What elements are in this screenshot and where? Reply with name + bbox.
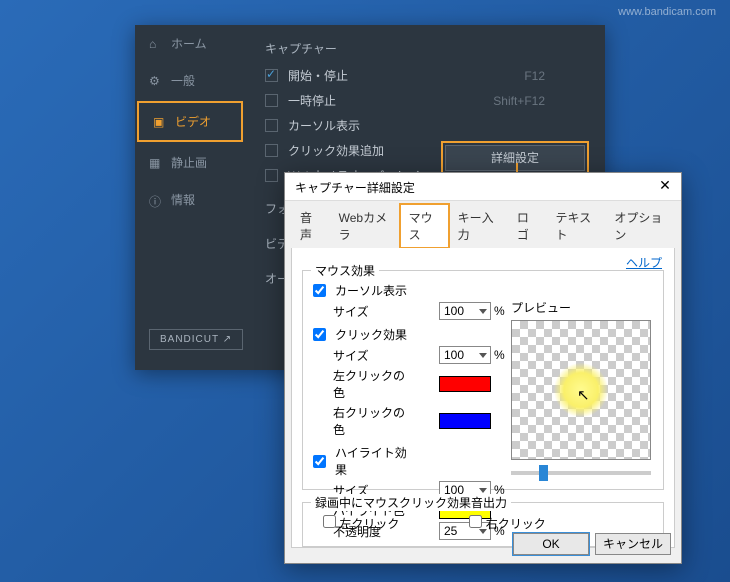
sidebar-label: ビデオ	[175, 113, 211, 130]
checkbox-icon[interactable]	[265, 69, 278, 82]
dialog-title-text: キャプチャー詳細設定	[295, 181, 415, 195]
label-highlight-effect: ハイライト効果	[331, 444, 409, 478]
sidebar-label: 一般	[171, 72, 195, 89]
dialog-body: ヘルプ マウス効果 カーソル表示 サイズ 100 % クリック効果 サイズ 10…	[291, 248, 675, 548]
tab-options[interactable]: オプション	[605, 204, 675, 248]
select-click-size[interactable]: 100	[439, 346, 491, 364]
watermark: www.bandicam.com	[618, 6, 716, 18]
pct-label: %	[494, 304, 505, 318]
row-label: 一時停止	[288, 92, 336, 109]
bandicut-link[interactable]: BANDICUT ↗	[149, 329, 243, 350]
preview-label: プレビュー	[511, 299, 651, 316]
row-label: カーソル表示	[288, 117, 360, 134]
group-title: 録画中にマウスクリック効果音出力	[311, 494, 511, 511]
group-title: マウス効果	[311, 262, 379, 279]
swatch-right-click[interactable]	[439, 413, 491, 429]
label-left-color: 左クリックの色	[313, 367, 413, 401]
video-icon: ▣	[153, 115, 167, 129]
sidebar-label: 静止画	[171, 154, 207, 171]
gear-icon: ⚙	[149, 74, 163, 88]
cancel-button[interactable]: キャンセル	[595, 533, 671, 555]
tab-keyboard[interactable]: キー入力	[449, 204, 508, 248]
tab-strip: 音声 Webカメラ マウス キー入力 ロゴ テキスト オプション	[285, 201, 681, 248]
checkbox-sound-left[interactable]: 左クリック	[323, 515, 399, 532]
swatch-left-click[interactable]	[439, 376, 491, 392]
checkbox-highlight-effect[interactable]	[313, 455, 326, 468]
help-link[interactable]: ヘルプ	[626, 254, 662, 271]
capture-section-title: キャプチャー	[265, 40, 585, 57]
row-label: クリック効果追加	[288, 142, 384, 159]
label-left-click: 左クリック	[339, 517, 399, 531]
label-cursor-show: カーソル表示	[331, 282, 409, 299]
label-right-click: 右クリック	[486, 517, 546, 531]
checkbox-cursor-show[interactable]	[313, 284, 326, 297]
tab-audio[interactable]: 音声	[291, 204, 330, 248]
tab-text[interactable]: テキスト	[546, 204, 605, 248]
preview-canvas: ↖	[511, 320, 651, 460]
image-icon: ▦	[149, 156, 163, 170]
checkbox-icon[interactable]	[265, 144, 278, 157]
tab-mouse[interactable]: マウス	[400, 204, 449, 248]
checkbox-icon[interactable]	[265, 119, 278, 132]
checkbox-icon[interactable]	[469, 515, 482, 528]
hotkey-label: F12	[524, 69, 545, 83]
close-icon[interactable]: ✕	[655, 177, 675, 195]
sidebar-item-general[interactable]: ⚙ 一般	[135, 62, 245, 99]
sidebar-item-info[interactable]: ⓘ 情報	[135, 181, 245, 218]
label-click-effect: クリック効果	[331, 326, 409, 343]
ok-button[interactable]: OK	[513, 533, 589, 555]
label-size: サイズ	[313, 303, 391, 320]
row-start-stop[interactable]: 開始・停止 F12	[265, 67, 585, 84]
checkbox-icon[interactable]	[265, 169, 278, 182]
home-icon: ⌂	[149, 37, 163, 51]
slider-thumb-icon[interactable]	[539, 465, 548, 481]
capture-advanced-dialog: キャプチャー詳細設定 ✕ 音声 Webカメラ マウス キー入力 ロゴ テキスト …	[284, 172, 682, 564]
sidebar-label: ホーム	[171, 35, 207, 52]
label-right-color: 右クリックの色	[313, 404, 413, 438]
preview-area: プレビュー ↖	[511, 299, 651, 460]
hotkey-label: Shift+F12	[493, 94, 545, 108]
checkbox-click-effect[interactable]	[313, 328, 326, 341]
select-cursor-size[interactable]: 100	[439, 302, 491, 320]
sidebar-item-image[interactable]: ▦ 静止画	[135, 144, 245, 181]
dialog-title-bar: キャプチャー詳細設定 ✕	[285, 173, 681, 201]
row-label: 開始・停止	[288, 67, 348, 84]
row-cursor[interactable]: カーソル表示	[265, 117, 585, 134]
checkbox-sound-right[interactable]: 右クリック	[469, 515, 545, 532]
group-mouse-effect: マウス効果 カーソル表示 サイズ 100 % クリック効果 サイズ 100 %	[302, 270, 664, 490]
cursor-preview-icon: ↖	[577, 386, 590, 404]
dialog-footer: OK キャンセル	[513, 533, 671, 555]
info-icon: ⓘ	[149, 193, 163, 207]
label-size: サイズ	[313, 347, 391, 364]
row-pause[interactable]: 一時停止 Shift+F12	[265, 92, 585, 109]
sidebar-item-home[interactable]: ⌂ ホーム	[135, 25, 245, 62]
tab-logo[interactable]: ロゴ	[508, 204, 547, 248]
checkbox-icon[interactable]	[265, 94, 278, 107]
pct-label: %	[494, 348, 505, 362]
tab-webcam[interactable]: Webカメラ	[330, 204, 400, 248]
checkbox-icon[interactable]	[323, 515, 336, 528]
sidebar-item-video[interactable]: ▣ ビデオ	[137, 101, 243, 142]
sidebar-label: 情報	[171, 191, 195, 208]
sidebar: ⌂ ホーム ⚙ 一般 ▣ ビデオ ▦ 静止画 ⓘ 情報 BANDICUT ↗	[135, 25, 245, 370]
advanced-settings-button[interactable]: 詳細設定	[445, 145, 585, 171]
opacity-slider[interactable]	[511, 471, 651, 475]
